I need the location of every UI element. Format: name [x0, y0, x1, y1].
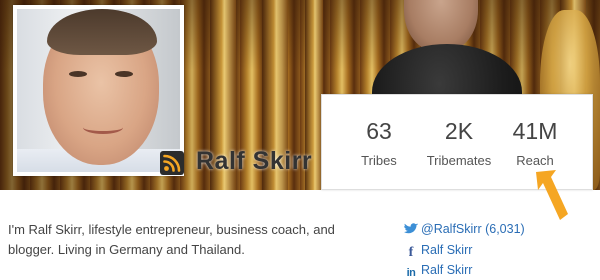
- rss-feed-icon[interactable]: [160, 151, 184, 175]
- orange-arrow-icon: [532, 168, 572, 224]
- twitter-link[interactable]: @RalfSkirr (6,031): [404, 221, 525, 237]
- linkedin-name: Ralf Skirr: [421, 263, 473, 277]
- facebook-name: Ralf Skirr: [421, 243, 473, 257]
- stat-label: Reach: [516, 153, 554, 168]
- profile-bio: I'm Ralf Skirr, lifestyle entrepreneur, …: [8, 222, 335, 257]
- stat-reach[interactable]: 41M Reach: [490, 117, 580, 168]
- stat-label: Tribes: [361, 153, 397, 168]
- twitter-handle: @RalfSkirr (6,031): [421, 222, 525, 236]
- facebook-link[interactable]: f Ralf Skirr: [404, 242, 473, 260]
- profile-name: Ralf Skirr: [196, 147, 313, 175]
- stat-value: 41M: [512, 118, 558, 144]
- stat-value: 63: [366, 118, 392, 144]
- profile-avatar[interactable]: [13, 5, 184, 176]
- twitter-icon: [404, 223, 418, 237]
- facebook-icon: f: [408, 245, 414, 260]
- linkedin-link[interactable]: in Ralf Skirr: [404, 262, 473, 280]
- stat-tribes[interactable]: 63 Tribes: [334, 117, 424, 168]
